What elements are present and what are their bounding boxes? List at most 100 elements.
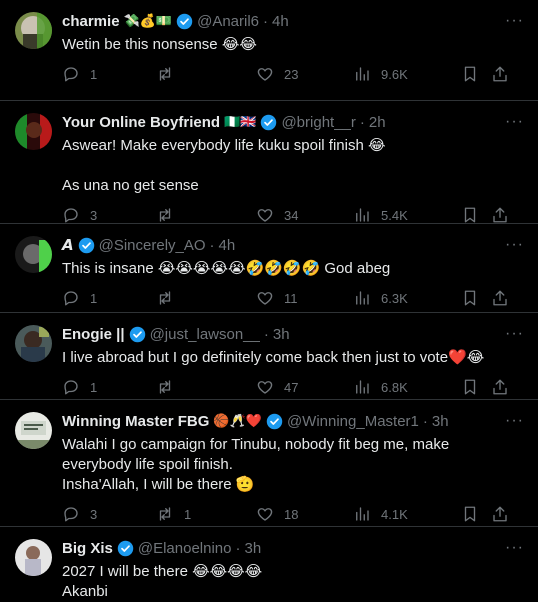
reply-count: 1 xyxy=(90,290,98,306)
tweet[interactable]: Winning Master FBG 🏀🥂❤️ @Winning_Master1… xyxy=(0,400,538,527)
like-count: 34 xyxy=(284,207,299,223)
repost-button[interactable] xyxy=(156,65,256,83)
verified-icon xyxy=(117,540,134,557)
views-button[interactable]: 4.1K xyxy=(353,505,461,523)
timestamp[interactable]: 3h xyxy=(432,413,449,430)
like-button[interactable]: 47 xyxy=(256,378,353,396)
reply-button[interactable]: 1 xyxy=(62,289,156,307)
like-button[interactable]: 34 xyxy=(256,206,353,224)
share-button[interactable] xyxy=(491,289,511,307)
tweet-text: This is insane 😭😭😭😭😭🤣🤣🤣🤣 God abeg xyxy=(62,260,391,277)
bookmark-button[interactable] xyxy=(461,65,491,83)
display-name[interactable]: Winning Master FBG xyxy=(62,413,209,430)
tweet[interactable]: 𝘼 @Sincerely_AO · 4h ··· This is insane … xyxy=(0,224,538,313)
avatar[interactable] xyxy=(15,236,52,273)
avatar[interactable] xyxy=(15,412,52,449)
bookmark-icon xyxy=(464,207,476,223)
reply-button[interactable]: 1 xyxy=(62,378,156,396)
user-handle[interactable]: @Sincerely_AO xyxy=(99,237,206,254)
like-button[interactable]: 23 xyxy=(256,65,353,83)
views-button[interactable]: 9.6K xyxy=(353,65,461,83)
reply-button[interactable]: 3 xyxy=(62,206,156,224)
tweet[interactable]: Your Online Boyfriend 🇳🇬🇬🇧 @bright__r · … xyxy=(0,101,538,224)
tweet-text: I live abroad but I go definitely come b… xyxy=(62,349,485,366)
views-icon xyxy=(356,67,369,81)
more-icon[interactable]: ··· xyxy=(505,539,524,557)
tweet-header: Enogie || @just_lawson__ · 3h xyxy=(62,324,522,344)
tweet-text: Wetin be this nonsense 😂😂 xyxy=(62,36,257,53)
avatar[interactable] xyxy=(15,113,52,150)
user-handle[interactable]: @Anaril6 xyxy=(197,13,259,30)
more-icon[interactable]: ··· xyxy=(505,12,524,30)
tweet[interactable]: Enogie || @just_lawson__ · 3h ··· I live… xyxy=(0,313,538,400)
more-icon[interactable]: ··· xyxy=(505,236,524,254)
reply-button[interactable]: 3 xyxy=(62,505,156,523)
share-button[interactable] xyxy=(491,65,511,83)
display-name[interactable]: Enogie || xyxy=(62,326,125,343)
view-count: 6.8K xyxy=(381,379,408,395)
timestamp[interactable]: 2h xyxy=(369,114,386,131)
reply-button[interactable]: 1 xyxy=(62,65,156,83)
share-button[interactable] xyxy=(491,378,511,396)
more-icon[interactable]: ··· xyxy=(505,325,524,343)
views-button[interactable]: 6.8K xyxy=(353,378,461,396)
reply-count: 1 xyxy=(90,66,98,82)
avatar[interactable] xyxy=(15,12,52,49)
views-icon xyxy=(356,291,369,305)
repost-button[interactable] xyxy=(156,289,256,307)
like-count: 23 xyxy=(284,66,299,82)
repost-count: 1 xyxy=(184,506,192,522)
like-icon xyxy=(257,508,273,521)
user-handle[interactable]: @just_lawson__ xyxy=(150,326,260,343)
reply-icon xyxy=(64,380,78,395)
share-icon xyxy=(493,506,507,522)
user-handle[interactable]: @bright__r xyxy=(281,114,355,131)
views-button[interactable]: 6.3K xyxy=(353,289,461,307)
separator-dot: · xyxy=(263,12,269,30)
user-handle[interactable]: @Winning_Master1 xyxy=(287,413,419,430)
verified-icon xyxy=(260,114,277,131)
more-icon[interactable]: ··· xyxy=(505,412,524,430)
bookmark-button[interactable] xyxy=(461,206,491,224)
like-icon xyxy=(257,68,273,81)
display-name[interactable]: Your Online Boyfriend xyxy=(62,114,220,131)
share-icon xyxy=(493,379,507,395)
views-icon xyxy=(356,507,369,521)
display-name[interactable]: Big Xis xyxy=(62,540,113,557)
display-name[interactable]: 𝘼 xyxy=(62,236,74,254)
share-icon xyxy=(493,66,507,82)
views-button[interactable]: 5.4K xyxy=(353,206,461,224)
tweet[interactable]: charmie 💸💰💵 @Anaril6 · 4h ··· Wetin be t… xyxy=(0,0,538,101)
tweet[interactable]: Big Xis @Elanoelnino · 3h ··· 2027 I wil… xyxy=(0,527,538,600)
reply-count: 3 xyxy=(90,207,98,223)
repost-button[interactable]: 1 xyxy=(156,505,256,523)
bookmark-icon xyxy=(464,379,476,395)
bookmark-button[interactable] xyxy=(461,505,491,523)
bookmark-button[interactable] xyxy=(461,378,491,396)
reply-count: 1 xyxy=(90,379,98,395)
timestamp[interactable]: 3h xyxy=(273,326,290,343)
repost-button[interactable] xyxy=(156,206,256,224)
tweet-header: Your Online Boyfriend 🇳🇬🇬🇧 @bright__r · … xyxy=(62,112,522,132)
timestamp[interactable]: 4h xyxy=(272,13,289,30)
like-count: 18 xyxy=(284,506,299,522)
tweet-header: Winning Master FBG 🏀🥂❤️ @Winning_Master1… xyxy=(62,411,522,431)
view-count: 4.1K xyxy=(381,506,408,522)
share-button[interactable] xyxy=(491,505,511,523)
timestamp[interactable]: 3h xyxy=(245,540,262,557)
repost-button[interactable] xyxy=(156,378,256,396)
like-button[interactable]: 11 xyxy=(256,289,353,307)
like-button[interactable]: 18 xyxy=(256,505,353,523)
view-count: 5.4K xyxy=(381,207,408,223)
share-button[interactable] xyxy=(491,206,511,224)
avatar[interactable] xyxy=(15,539,52,576)
like-count: 11 xyxy=(284,290,298,306)
avatar[interactable] xyxy=(15,325,52,362)
bookmark-button[interactable] xyxy=(461,289,491,307)
reply-feed: charmie 💸💰💵 @Anaril6 · 4h ··· Wetin be t… xyxy=(0,0,538,600)
tweet-text: Aswear! Make everybody life kuku spoil f… xyxy=(62,137,386,194)
display-name[interactable]: charmie xyxy=(62,13,120,30)
more-icon[interactable]: ··· xyxy=(505,113,524,131)
user-handle[interactable]: @Elanoelnino xyxy=(138,540,232,557)
timestamp[interactable]: 4h xyxy=(219,237,236,254)
